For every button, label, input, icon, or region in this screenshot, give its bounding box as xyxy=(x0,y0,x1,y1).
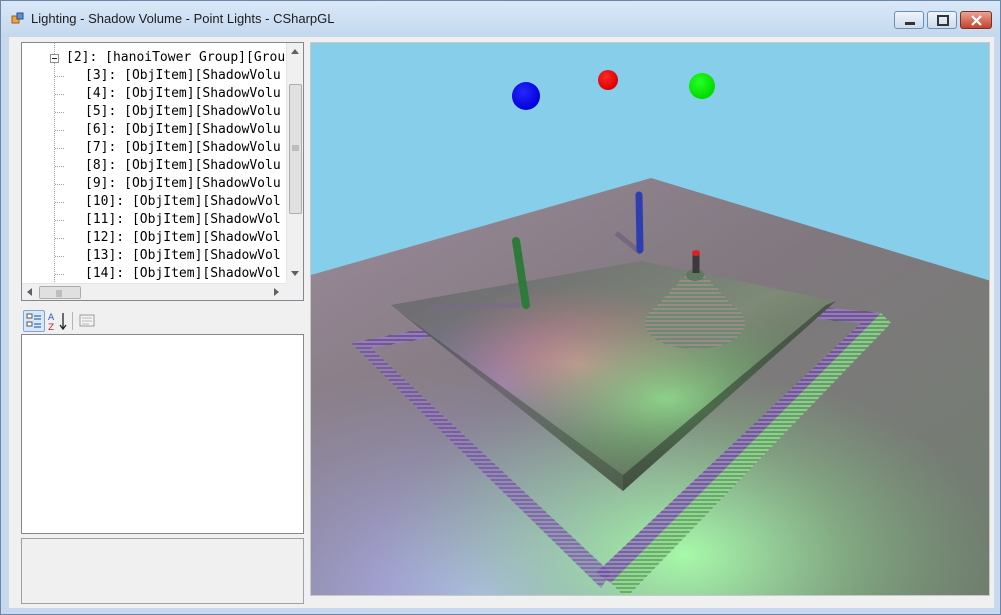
client-area: [2]: [hanoiTower Group][Grou [3]: [ObjIt… xyxy=(9,37,994,608)
window-title: Lighting - Shadow Volume - Point Lights … xyxy=(31,11,335,26)
scroll-thumb[interactable] xyxy=(39,286,81,299)
svg-text:A: A xyxy=(48,313,55,323)
scroll-up-icon[interactable] xyxy=(291,49,299,54)
tree-connector xyxy=(55,76,64,77)
categorized-icon xyxy=(26,313,41,328)
tree-item[interactable]: [3]: [ObjItem][ShadowVolu xyxy=(85,67,281,85)
maximize-icon xyxy=(937,15,949,26)
tree-item[interactable]: [9]: [ObjItem][ShadowVolu xyxy=(85,175,281,193)
tree-connector xyxy=(55,256,64,257)
tree-connector xyxy=(55,130,64,131)
scroll-left-icon[interactable] xyxy=(27,288,32,296)
app-icon xyxy=(11,12,24,24)
tree-connector xyxy=(55,94,64,95)
tree-connector xyxy=(55,220,64,221)
scrollbar-corner xyxy=(286,283,303,300)
scroll-down-icon[interactable] xyxy=(291,271,299,276)
scene-tree-view[interactable]: [2]: [hanoiTower Group][Grou [3]: [ObjIt… xyxy=(21,42,304,301)
tree-item[interactable]: [7]: [ObjItem][ShadowVolu xyxy=(85,139,281,157)
grip-icon xyxy=(292,145,299,151)
tree-horizontal-scrollbar[interactable] xyxy=(22,283,287,300)
app-window: Lighting - Shadow Volume - Point Lights … xyxy=(0,0,1001,615)
property-grid-toolbar: A Z xyxy=(21,307,304,335)
property-pages-button[interactable] xyxy=(77,310,99,332)
close-icon xyxy=(971,15,982,26)
sphere-shading xyxy=(598,70,618,90)
tree-connector xyxy=(54,43,55,300)
alphabetical-sort-button[interactable]: A Z xyxy=(47,310,69,333)
pole-shadow xyxy=(430,302,522,311)
sphere-shading xyxy=(512,82,540,110)
scroll-thumb[interactable] xyxy=(289,84,302,214)
toolbar-separator xyxy=(72,312,73,330)
opengl-viewport[interactable] xyxy=(310,42,990,596)
sphere-shading xyxy=(689,73,715,99)
tree-connector xyxy=(55,166,64,167)
title-bar[interactable]: Lighting - Shadow Volume - Point Lights … xyxy=(1,1,1000,37)
tree-connector xyxy=(55,184,64,185)
tree-item[interactable]: [14]: [ObjItem][ShadowVol xyxy=(85,265,281,283)
tree-item-hanoi-tower-group[interactable]: [2]: [hanoiTower Group][Grou xyxy=(66,49,285,67)
scroll-right-icon[interactable] xyxy=(274,288,279,296)
property-pages-icon xyxy=(79,314,95,327)
tree-item[interactable]: [10]: [ObjItem][ShadowVol xyxy=(85,193,281,211)
tree-item[interactable]: [6]: [ObjItem][ShadowVolu xyxy=(85,121,281,139)
tree-item[interactable]: [5]: [ObjItem][ShadowVolu xyxy=(85,103,281,121)
svg-text:Z: Z xyxy=(48,323,54,332)
sort-az-icon: A Z xyxy=(48,313,67,333)
close-button[interactable] xyxy=(960,11,992,29)
minimize-icon xyxy=(905,22,915,25)
tree-connector xyxy=(55,202,64,203)
property-description-panel xyxy=(21,538,304,604)
tree-item[interactable]: [12]: [ObjItem][ShadowVol xyxy=(85,229,281,247)
collapse-icon[interactable] xyxy=(50,54,59,63)
tree-connector xyxy=(55,238,64,239)
blue-pole xyxy=(635,191,644,254)
tree-item[interactable]: [4]: [ObjItem][ShadowVolu xyxy=(85,85,281,103)
tree-item[interactable]: [8]: [ObjItem][ShadowVolu xyxy=(85,157,281,175)
tree-item[interactable]: [13]: [ObjItem][ShadowVol xyxy=(85,247,281,265)
tree-connector xyxy=(55,274,64,275)
minimize-button[interactable] xyxy=(894,11,924,29)
scene-render[interactable] xyxy=(311,43,990,596)
categorized-button[interactable] xyxy=(23,310,45,332)
tree-connector xyxy=(55,148,64,149)
tree-vertical-scrollbar[interactable] xyxy=(286,43,303,284)
red-pole-cap xyxy=(692,250,700,256)
maximize-button[interactable] xyxy=(927,11,957,29)
grip-icon xyxy=(56,290,62,297)
tree-connector xyxy=(55,112,64,113)
tree-item[interactable]: [11]: [ObjItem][ShadowVol xyxy=(85,211,281,229)
property-grid[interactable] xyxy=(21,334,304,534)
